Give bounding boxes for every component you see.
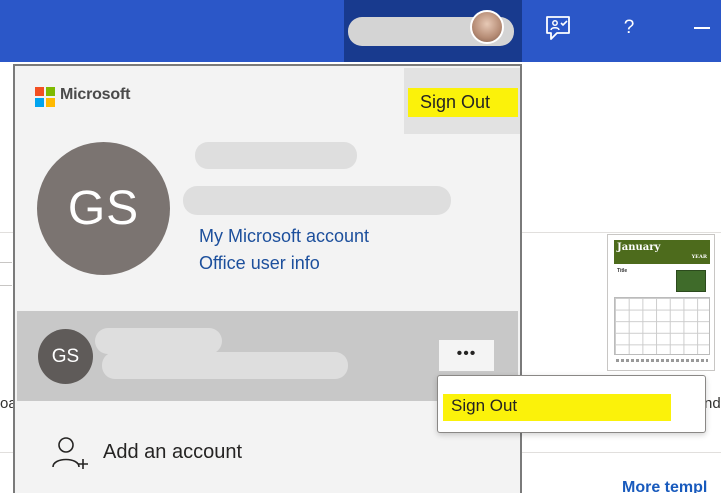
sign-out-label: Sign Out	[420, 92, 491, 112]
feedback-icon[interactable]	[544, 14, 572, 42]
template-label-partial: nd	[704, 395, 721, 412]
thumbnail-header: January YEAR	[614, 240, 710, 264]
thumbnail-title: Title	[617, 268, 628, 274]
redacted-account-email	[183, 186, 451, 215]
thumbnail-photo	[676, 270, 706, 292]
thumbnail-year: YEAR	[691, 254, 707, 260]
calendar-template-thumbnail[interactable]: January YEAR Title	[607, 234, 715, 371]
help-icon[interactable]: ?	[617, 14, 641, 42]
account-avatar[interactable]: GS	[37, 142, 170, 275]
thumbnail-footer	[616, 359, 708, 362]
thumbnail-month: January	[617, 242, 661, 253]
sign-out-button[interactable]: Sign Out	[404, 68, 520, 134]
microsoft-logo-icon	[35, 87, 55, 107]
add-account-label: Add an account	[103, 441, 242, 463]
office-user-info-link[interactable]: Office user info	[199, 253, 320, 274]
account-context-menu: Sign Out	[437, 375, 706, 433]
template-thumbnail-edge[interactable]	[0, 262, 12, 286]
thumbnail-calendar-grid	[614, 297, 710, 355]
user-avatar-photo[interactable]	[470, 10, 504, 44]
redacted-account-name	[195, 142, 357, 169]
my-microsoft-account-link[interactable]: My Microsoft account	[199, 226, 369, 247]
more-options-button[interactable]: •••	[439, 340, 494, 371]
microsoft-wordmark: Microsoft	[60, 86, 131, 103]
minimize-icon[interactable]	[694, 27, 710, 29]
redacted-other-account-name	[95, 328, 222, 354]
menu-item-sign-out[interactable]: Sign Out	[451, 396, 517, 416]
redacted-other-account-email	[102, 352, 348, 379]
add-person-icon	[52, 437, 88, 469]
more-templates-link[interactable]: More templ	[622, 479, 707, 493]
other-account-avatar: GS	[38, 329, 93, 384]
